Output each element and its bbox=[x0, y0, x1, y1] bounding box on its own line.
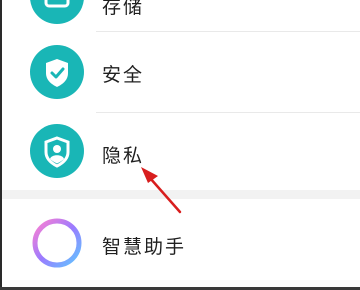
settings-item-storage[interactable]: 存储 bbox=[2, 0, 360, 30]
settings-item-security[interactable]: 安全 bbox=[2, 32, 360, 112]
storage-icon bbox=[30, 0, 84, 24]
settings-item-label: 存储 bbox=[102, 0, 145, 18]
shield-check-icon bbox=[30, 45, 84, 99]
settings-item-smart-assistant[interactable]: 智慧助手 bbox=[2, 199, 360, 287]
settings-item-label: 智慧助手 bbox=[102, 236, 187, 258]
settings-item-label: 隐私 bbox=[102, 145, 145, 167]
section-separator bbox=[2, 190, 360, 199]
settings-item-privacy[interactable]: 隐私 bbox=[2, 113, 360, 190]
privacy-shield-user-icon bbox=[30, 124, 84, 178]
settings-item-label: 安全 bbox=[102, 64, 145, 86]
smart-assistant-ring-icon bbox=[30, 216, 84, 270]
